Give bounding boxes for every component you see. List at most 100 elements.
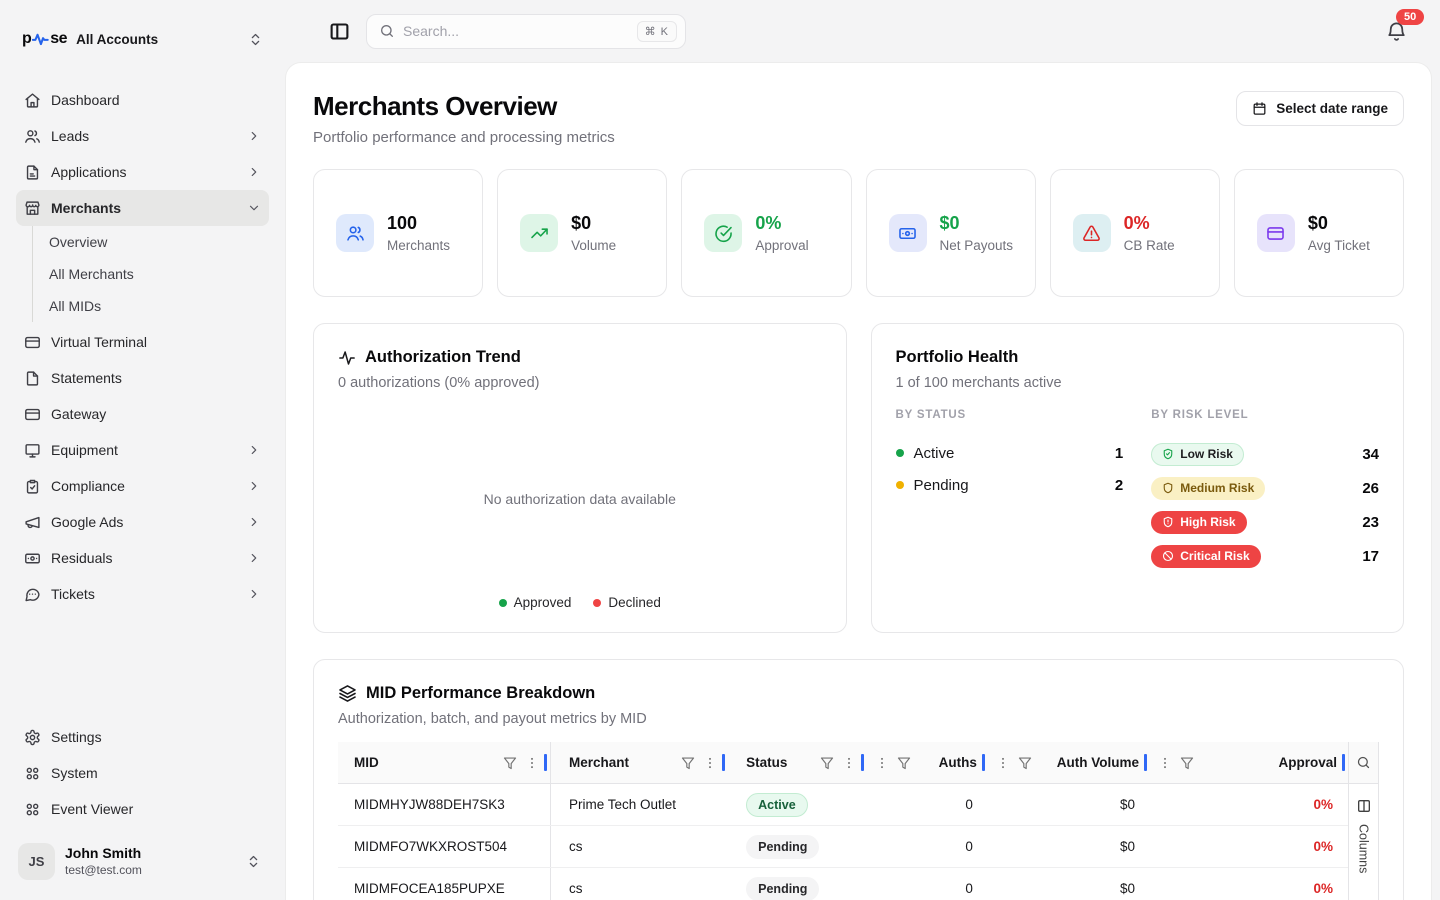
legend-dot-approved <box>499 599 507 607</box>
account-switcher[interactable]: p se All Accounts <box>16 22 269 56</box>
page-subtitle: Portfolio performance and processing met… <box>313 129 615 146</box>
search-icon <box>1356 755 1371 770</box>
filter-icon[interactable] <box>897 756 911 770</box>
user-name: John Smith <box>65 845 142 863</box>
panel-left-icon <box>329 21 350 42</box>
stat-value: $0 <box>940 213 1014 235</box>
panel-subtitle: 1 of 100 merchants active <box>896 375 1380 391</box>
sidebar-toggle-button[interactable] <box>329 21 350 42</box>
stat-value: $0 <box>571 213 616 235</box>
cell-approval: 0% <box>1150 881 1348 896</box>
stat-card-cb-rate: 0% CB Rate <box>1050 169 1220 297</box>
column-menu-icon[interactable] <box>1158 756 1172 770</box>
credit-card-icon <box>24 406 41 423</box>
column-resize-handle[interactable] <box>982 754 985 771</box>
activity-icon <box>338 349 356 367</box>
sidebar-item-label: Settings <box>51 729 102 745</box>
stat-value: 0% <box>755 213 808 235</box>
sidebar-footer-nav: Settings System Event Viewer <box>16 719 269 827</box>
column-resize-handle[interactable] <box>1144 754 1147 771</box>
column-header-auth-volume[interactable]: Auth Volume <box>988 742 1150 783</box>
table-row[interactable]: MIDMHYJW88DEH7SK3 Prime Tech Outlet Acti… <box>338 784 1348 826</box>
column-header-approval[interactable]: Approval <box>1150 742 1348 783</box>
stat-label: CB Rate <box>1124 238 1175 253</box>
sidebar-item-system[interactable]: System <box>16 755 269 791</box>
sidebar-item-tickets[interactable]: Tickets <box>16 576 269 612</box>
stat-label: Merchants <box>387 238 450 253</box>
cell-auths: 0 <box>867 881 988 896</box>
sidebar-item-virtual-terminal[interactable]: Virtual Terminal <box>16 324 269 360</box>
grid-icon <box>24 765 41 782</box>
column-label: Merchant <box>569 755 629 770</box>
sidebar-item-leads[interactable]: Leads <box>16 118 269 154</box>
columns-panel-toggle[interactable]: Columns <box>1356 784 1372 873</box>
filter-icon[interactable] <box>820 756 834 770</box>
sidebar-item-label: Equipment <box>51 442 118 458</box>
search-input[interactable] <box>403 23 629 39</box>
cell-auth-volume: $0 <box>988 881 1150 896</box>
by-risk-column: BY RISK LEVEL Low Risk 34 <box>1151 409 1379 573</box>
cell-mid: MIDMFO7WKXROST504 <box>338 826 551 867</box>
cell-value: $0 <box>988 839 1150 854</box>
panel-subtitle: 0 authorizations (0% approved) <box>338 375 822 391</box>
sidebar-item-google-ads[interactable]: Google Ads <box>16 504 269 540</box>
column-header-merchant[interactable]: Merchant <box>551 742 728 783</box>
column-resize-handle[interactable] <box>1342 754 1345 771</box>
risk-count: 34 <box>1362 446 1379 463</box>
table-row[interactable]: MIDMFOCEA185PUPXE cs Pending 0 $0 0% <box>338 868 1348 900</box>
submenu-item-all-mids[interactable]: All MIDs <box>33 290 269 322</box>
cell-auths: 0 <box>867 797 988 812</box>
sidebar-item-dashboard[interactable]: Dashboard <box>16 82 269 118</box>
table-row[interactable]: MIDMFO7WKXROST504 cs Pending 0 $0 0% <box>338 826 1348 868</box>
risk-count: 17 <box>1362 548 1379 565</box>
sidebar-item-applications[interactable]: Applications <box>16 154 269 190</box>
column-resize-handle[interactable] <box>544 754 547 771</box>
sidebar-item-residuals[interactable]: Residuals <box>16 540 269 576</box>
column-header-auths[interactable]: Auths <box>867 742 988 783</box>
stat-value: 0% <box>1124 213 1175 235</box>
column-header-mid[interactable]: MID <box>338 742 551 783</box>
column-menu-icon[interactable] <box>525 756 539 770</box>
filter-icon[interactable] <box>1018 756 1032 770</box>
column-menu-icon[interactable] <box>996 756 1010 770</box>
sidebar-item-label: Residuals <box>51 550 112 566</box>
risk-label: Medium Risk <box>1180 481 1254 495</box>
filter-icon[interactable] <box>681 756 695 770</box>
column-resize-handle[interactable] <box>861 754 864 771</box>
column-menu-icon[interactable] <box>875 756 889 770</box>
notifications-button[interactable]: 50 <box>1385 20 1408 43</box>
sidebar-item-label: Gateway <box>51 406 106 422</box>
status-count: 2 <box>1115 477 1123 494</box>
submenu-item-all-merchants[interactable]: All Merchants <box>33 258 269 290</box>
grid-search-button[interactable] <box>1349 742 1378 784</box>
legend-dot-declined <box>593 599 601 607</box>
sidebar-item-event-viewer[interactable]: Event Viewer <box>16 791 269 827</box>
sidebar-item-gateway[interactable]: Gateway <box>16 396 269 432</box>
column-label: Status <box>746 755 787 770</box>
sidebar-item-statements[interactable]: Statements <box>16 360 269 396</box>
panel-subtitle: Authorization, batch, and payout metrics… <box>338 711 1379 727</box>
date-range-button[interactable]: Select date range <box>1236 91 1404 126</box>
column-header-status[interactable]: Status <box>728 742 866 783</box>
filter-icon[interactable] <box>503 756 517 770</box>
sidebar-item-merchants[interactable]: Merchants <box>16 190 269 226</box>
file-icon <box>24 370 41 387</box>
users-icon <box>24 128 41 145</box>
shield-icon <box>1162 482 1174 494</box>
grid-header-row: MID Merchant Statu <box>338 742 1348 784</box>
gear-icon <box>24 729 41 746</box>
search-box[interactable]: ⌘ K <box>366 14 686 49</box>
by-status-header: BY STATUS <box>896 409 1124 421</box>
sidebar-item-compliance[interactable]: Compliance <box>16 468 269 504</box>
status-count: 1 <box>1115 445 1123 462</box>
sidebar-item-settings[interactable]: Settings <box>16 719 269 755</box>
risk-pill-critical: Critical Risk <box>1151 545 1260 568</box>
filter-icon[interactable] <box>1180 756 1194 770</box>
column-menu-icon[interactable] <box>842 756 856 770</box>
sidebar-item-equipment[interactable]: Equipment <box>16 432 269 468</box>
user-menu[interactable]: JS John Smith test@test.com <box>16 839 269 884</box>
column-menu-icon[interactable] <box>703 756 717 770</box>
avatar: JS <box>18 843 55 880</box>
column-resize-handle[interactable] <box>722 754 725 771</box>
submenu-item-overview[interactable]: Overview <box>33 226 269 258</box>
